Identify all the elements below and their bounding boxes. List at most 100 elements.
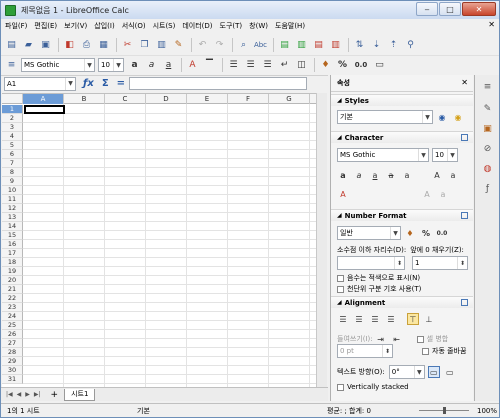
menu-data[interactable]: 데이터(D) <box>182 21 212 31</box>
name-box[interactable]: A1 ▼ <box>4 76 76 91</box>
cut-icon[interactable]: ✂ <box>120 37 135 52</box>
sidebar-close-icon[interactable]: ✕ <box>461 78 468 87</box>
spreadsheet-grid[interactable]: ABCDEFG 1 2 3 4 5 6 7 8 9 10 11 12 13 14 15 16 17 18 19 20 2… <box>2 93 327 387</box>
zoom-slider[interactable] <box>419 407 469 414</box>
more-options-icon[interactable] <box>461 299 468 306</box>
vertical-scrollbar[interactable] <box>316 93 327 387</box>
menu-help[interactable]: 도움말(H) <box>275 21 305 31</box>
decimal-add-icon[interactable]: ▭ <box>372 58 387 73</box>
sidebar-strikethrough-icon[interactable]: a <box>385 169 397 181</box>
column-header[interactable]: F <box>228 94 269 104</box>
navigator-deck-icon[interactable]: ◍ <box>480 161 495 176</box>
zoom-slider-thumb[interactable] <box>443 407 446 414</box>
row-header[interactable]: 9 <box>2 177 23 186</box>
wrap-text-checkbox[interactable] <box>422 347 429 355</box>
row-header[interactable]: 11 <box>2 195 23 204</box>
row-header[interactable]: 21 <box>2 285 23 294</box>
close-button[interactable]: ✕ <box>462 2 496 16</box>
minimize-button[interactable]: ‒ <box>416 2 438 16</box>
sort-descending-icon[interactable]: ⇡ <box>386 37 401 52</box>
menu-edit[interactable]: 편집(E) <box>34 21 57 31</box>
chevron-down-icon[interactable]: ▼ <box>418 149 428 161</box>
row-header[interactable]: 6 <box>2 150 23 159</box>
menu-view[interactable]: 보기(V) <box>64 21 87 31</box>
row-header[interactable]: 27 <box>2 339 23 348</box>
print-preview-icon[interactable]: ▦ <box>96 37 111 52</box>
spin-arrows-icon[interactable]: ⬍ <box>382 345 392 357</box>
prev-sheet-icon[interactable]: ◀ <box>17 391 22 398</box>
spin-arrows-icon[interactable]: ⬍ <box>457 257 467 269</box>
decimal-places-spinner[interactable]: ⬍ <box>337 256 405 270</box>
row-header[interactable]: 25 <box>2 321 23 330</box>
column-header[interactable]: G <box>269 94 310 104</box>
styles-deck-icon[interactable]: ▣ <box>480 121 495 136</box>
row-header[interactable]: 2 <box>2 114 23 123</box>
text-direction-combo[interactable]: 0° ▼ <box>388 365 425 379</box>
sort-ascending-icon[interactable]: ⇣ <box>369 37 384 52</box>
more-options-icon[interactable] <box>461 134 468 141</box>
sidebar-font-color-icon[interactable]: A <box>337 188 349 200</box>
section-number-format[interactable]: ◢ Number Format <box>331 209 473 221</box>
cell-cursor[interactable] <box>24 105 65 114</box>
row-header[interactable]: 13 <box>2 213 23 222</box>
save-icon[interactable]: ▣ <box>38 37 53 52</box>
function-icon[interactable]: = <box>117 78 125 89</box>
chevron-down-icon[interactable]: ▼ <box>390 227 400 239</box>
negative-red-checkbox[interactable] <box>337 274 344 282</box>
gallery-deck-icon[interactable]: ⊘ <box>480 141 495 156</box>
number-format-icon[interactable]: 0.0 <box>352 58 370 73</box>
formula-input[interactable] <box>129 77 308 90</box>
section-styles[interactable]: ◢ Styles <box>331 94 473 106</box>
zoom-level[interactable]: 100% <box>477 407 497 415</box>
row-header[interactable]: 12 <box>2 204 23 213</box>
sidebar-shadow-icon[interactable]: a <box>401 169 413 181</box>
chevron-down-icon[interactable]: ▼ <box>84 59 94 71</box>
undo-icon[interactable]: ↶ <box>195 37 210 52</box>
sidebar-justify-icon[interactable]: ☰ <box>385 313 397 325</box>
function-wizard-icon[interactable]: ƒx <box>83 78 94 89</box>
collapse-triangle-icon[interactable]: ◢ <box>337 134 342 141</box>
shrink-font-icon[interactable]: a <box>447 169 459 181</box>
column-icon[interactable]: ▥ <box>294 37 309 52</box>
row-header[interactable]: 7 <box>2 159 23 168</box>
row-header[interactable]: 4 <box>2 132 23 141</box>
row-header[interactable]: 20 <box>2 276 23 285</box>
chevron-down-icon[interactable]: ▼ <box>422 111 432 123</box>
font-name-combo[interactable]: MS Gothic ▼ <box>21 58 95 72</box>
row-header[interactable]: 29 <box>2 357 23 366</box>
row-header[interactable]: 30 <box>2 366 23 375</box>
styles-icon[interactable]: ≡ <box>4 58 19 73</box>
sidebar-font-size-combo[interactable]: 10 ▼ <box>432 148 458 162</box>
sidebar-currency-icon[interactable]: ♦ <box>404 227 416 239</box>
row-header[interactable]: 3 <box>2 123 23 132</box>
sheet-tab[interactable]: 시트1 <box>64 388 96 401</box>
first-sheet-icon[interactable]: |◀ <box>6 391 13 398</box>
merge-cells-checkbox[interactable] <box>416 335 424 343</box>
thousands-separator-checkbox[interactable] <box>337 285 344 293</box>
menu-insert[interactable]: 삽입(I) <box>94 21 114 31</box>
functions-deck-icon[interactable]: ƒ <box>480 181 495 196</box>
row-header[interactable]: 1 <box>2 105 23 114</box>
wrap-text-icon[interactable]: ↵ <box>277 58 292 73</box>
sidebar-bold-icon[interactable]: a <box>337 169 349 181</box>
row-header[interactable]: 24 <box>2 312 23 321</box>
row-header[interactable]: 17 <box>2 249 23 258</box>
column-header[interactable]: D <box>146 94 187 104</box>
close-document-icon[interactable]: ✕ <box>488 20 495 29</box>
properties-deck-icon[interactable]: ✎ <box>480 101 495 116</box>
row-header[interactable]: 16 <box>2 240 23 249</box>
maximize-button[interactable]: □ <box>439 2 461 16</box>
chevron-down-icon[interactable]: ▼ <box>413 366 424 378</box>
export-pdf-icon[interactable]: ◧ <box>62 37 77 52</box>
column-header[interactable]: A <box>23 94 64 104</box>
text-orientation-icon[interactable]: ▭ <box>427 366 440 378</box>
menu-file[interactable]: 파일(F) <box>5 21 27 31</box>
find-replace-icon[interactable]: ⌕ <box>236 37 251 52</box>
number-category-combo[interactable]: 일반 ▼ <box>337 226 401 240</box>
deck-menu-icon[interactable]: ≡ <box>480 79 495 94</box>
align-center-icon[interactable]: ☰ <box>243 58 258 73</box>
more-options-icon[interactable] <box>461 212 468 219</box>
sidebar-align-left-icon[interactable]: ☰ <box>337 313 349 325</box>
align-left-icon[interactable]: ☰ <box>226 58 241 73</box>
sidebar-font-name-combo[interactable]: MS Gothic ▼ <box>337 148 429 162</box>
